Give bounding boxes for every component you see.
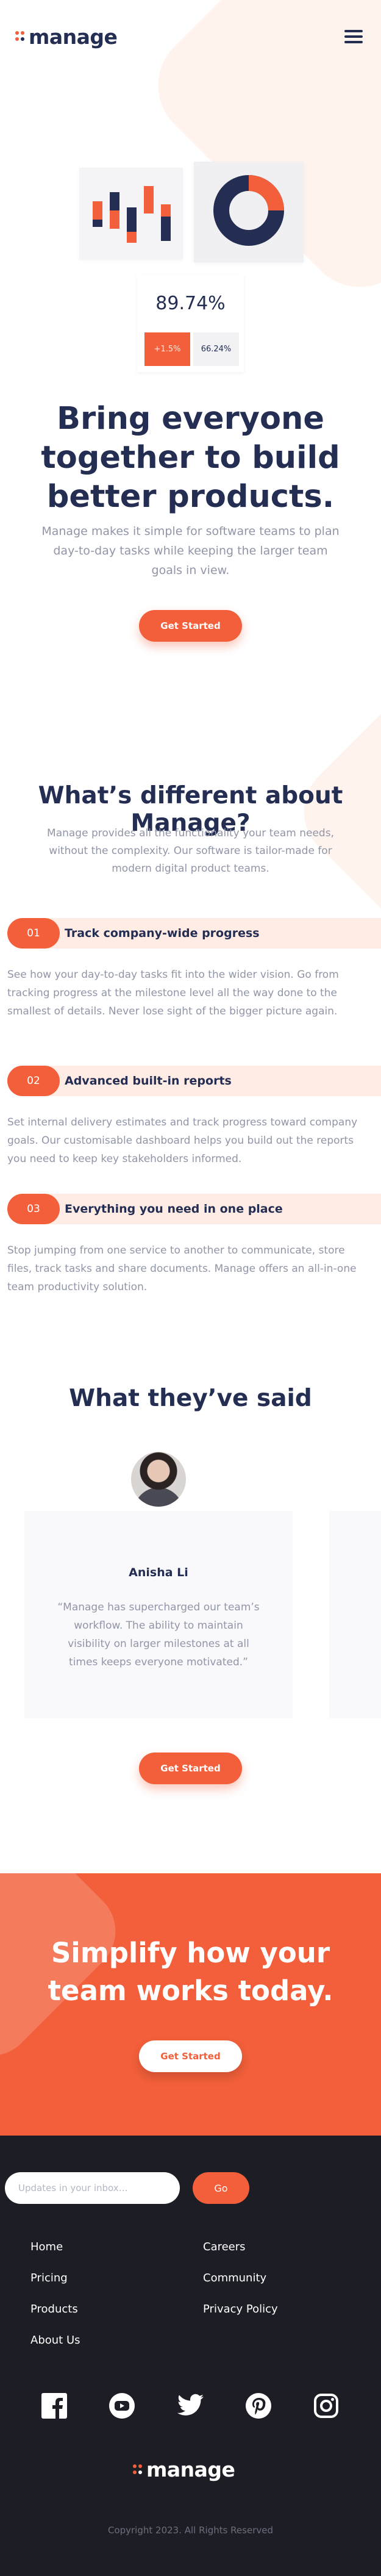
feature-title: Track company-wide progress	[65, 927, 260, 940]
feature-item: 02 Advanced built-in reports Set interna…	[0, 1066, 381, 1168]
stat-value: 89.74%	[155, 293, 226, 314]
cta-section: Simplify how your team works today. Get …	[0, 1873, 381, 2136]
footer-link-pricing[interactable]: Pricing	[30, 2272, 68, 2284]
features-text: Manage provides all the functionality yo…	[47, 827, 334, 875]
facebook-icon[interactable]	[40, 2392, 68, 2420]
feature-number-badge: 01	[7, 918, 60, 949]
page: manage 89.74% +1.5% 66.24% Bring everyon…	[0, 0, 381, 2576]
site-header: manage	[0, 0, 381, 73]
feature-header: 03 Everything you need in one place	[7, 1194, 381, 1224]
footer-link-privacy-policy[interactable]: Privacy Policy	[203, 2303, 278, 2316]
testimonials-get-started-button[interactable]: Get Started	[139, 1753, 242, 1784]
pinterest-icon[interactable]	[244, 2392, 272, 2420]
testimonial-card-next	[329, 1511, 381, 1718]
stat-change: +1.5%	[144, 332, 190, 366]
logo-text: manage	[29, 24, 118, 49]
feature-title: Everything you need in one place	[65, 1202, 283, 1216]
copyright-text: Copyright 2023. All Rights Reserved	[107, 2525, 274, 2536]
logo-mark-icon	[15, 31, 25, 42]
testimonial-quote: “Manage has supercharged our team’s work…	[57, 1601, 260, 1668]
feature-number-badge: 02	[7, 1066, 60, 1096]
hero-text: Manage makes it simple for software team…	[41, 525, 340, 577]
footer-logo[interactable]: manage	[133, 2458, 235, 2481]
feature-body: See how your day-to-day tasks fit into t…	[7, 969, 339, 1017]
hamburger-menu-icon[interactable]	[344, 30, 363, 43]
bar-chart-card	[79, 168, 183, 259]
youtube-icon[interactable]	[108, 2392, 136, 2420]
stat-card: 89.74% +1.5% 66.24%	[137, 274, 244, 372]
feature-item: 01 Track company-wide progress See how y…	[0, 918, 381, 1021]
feature-header: 02 Advanced built-in reports	[7, 1066, 381, 1096]
avatar	[131, 1452, 186, 1507]
cta-get-started-button[interactable]: Get Started	[139, 2040, 242, 2072]
donut-chart-card	[194, 162, 304, 262]
footer-link-about-us[interactable]: About Us	[30, 2334, 80, 2347]
newsletter-input[interactable]	[5, 2172, 180, 2204]
hero-illustration: 89.74% +1.5% 66.24%	[79, 162, 311, 372]
feature-body: Stop jumping from one service to another…	[7, 1244, 357, 1293]
cta-title: Simplify how your team works today.	[48, 1937, 333, 2007]
feature-number-badge: 03	[7, 1194, 60, 1224]
footer-link-home[interactable]: Home	[30, 2241, 63, 2253]
footer-link-careers[interactable]: Careers	[203, 2241, 246, 2253]
footer-link-community[interactable]: Community	[203, 2272, 266, 2284]
site-footer: Go Home Pricing Products About Us Career…	[0, 2136, 381, 2576]
footer-logo-text: manage	[146, 2458, 235, 2481]
twitter-icon[interactable]	[177, 2392, 205, 2420]
newsletter-go-button[interactable]: Go	[193, 2172, 249, 2204]
footer-link-products[interactable]: Products	[30, 2303, 78, 2316]
testimonials-title: What they’ve said	[69, 1385, 312, 1412]
logo[interactable]: manage	[15, 24, 118, 49]
instagram-icon[interactable]	[312, 2392, 340, 2420]
hero-title: Bring everyone together to build better …	[41, 401, 340, 515]
hero-get-started-button[interactable]: Get Started	[139, 610, 242, 642]
testimonial-name: Anisha Li	[129, 1566, 188, 1579]
logo-mark-icon	[133, 2464, 143, 2475]
feature-item: 03 Everything you need in one place Stop…	[0, 1194, 381, 1296]
feature-title: Advanced built-in reports	[65, 1074, 232, 1088]
feature-header: 01 Track company-wide progress	[7, 918, 381, 949]
feature-body: Set internal delivery estimates and trac…	[7, 1116, 358, 1165]
stat-secondary: 66.24%	[193, 332, 239, 366]
